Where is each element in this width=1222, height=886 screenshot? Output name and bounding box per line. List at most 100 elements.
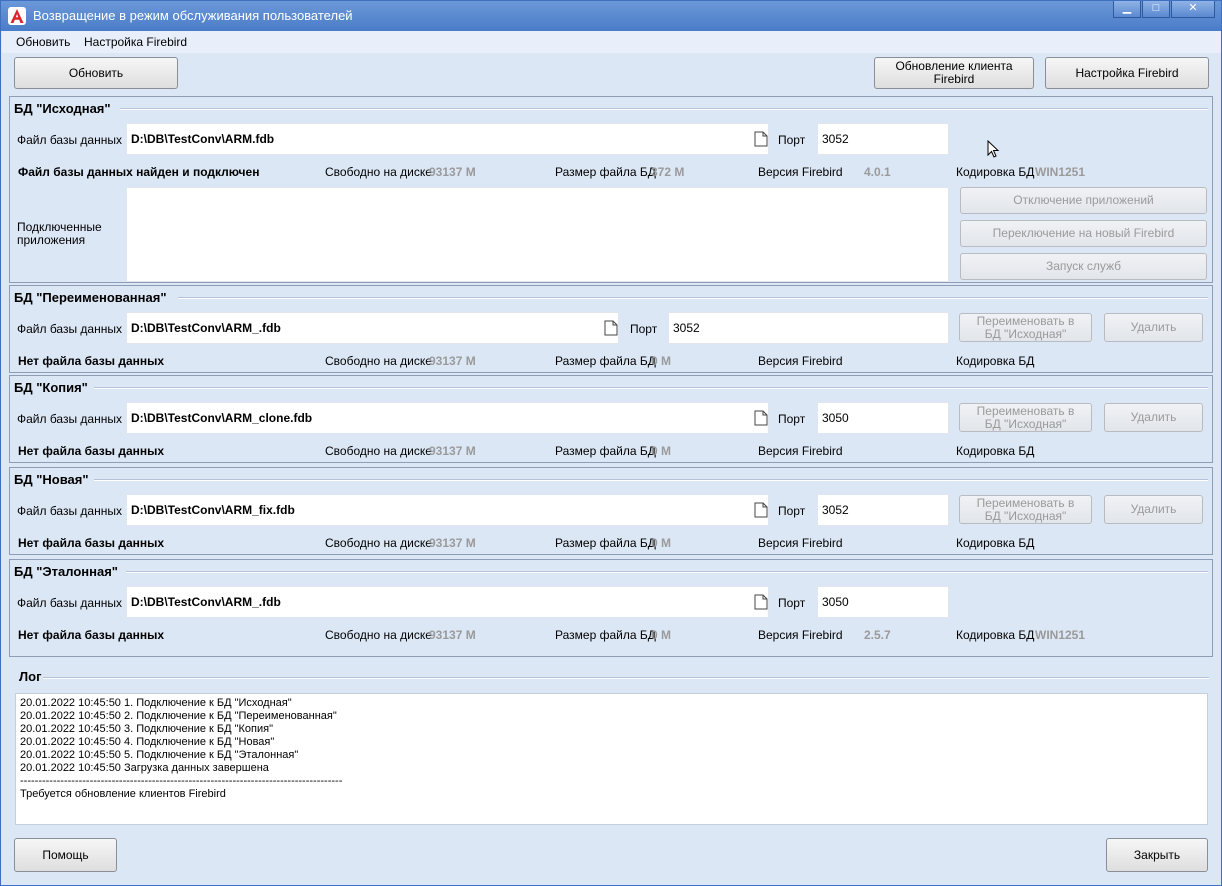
encoding-value: WIN1251 [1035, 628, 1086, 642]
version-label: Версия Firebird [758, 444, 843, 458]
group-source-db: БД "Исходная" Файл базы данных D:\DB\Tes… [9, 96, 1213, 283]
close-window-button[interactable]: ✕ [1171, 1, 1215, 18]
file-browse-icon[interactable] [754, 131, 768, 147]
port-label: Порт [778, 596, 806, 610]
group-title: БД "Копия" [14, 380, 88, 395]
encoding-label: Кодировка БД [956, 628, 1035, 642]
free-disk-label: Свободно на диске [325, 444, 432, 458]
free-disk-value: 93137 М [429, 444, 476, 458]
group-renamed-db: БД "Переименованная" Файл базы данных D:… [9, 285, 1213, 373]
window-title: Возвращение в режим обслуживания пользов… [33, 8, 353, 23]
maximize-button[interactable]: □ [1142, 1, 1170, 18]
port-input[interactable]: 3050 [817, 586, 949, 618]
refresh-button[interactable]: Обновить [14, 57, 178, 89]
disconnect-apps-button[interactable]: Отключение приложений [960, 187, 1207, 214]
status-text: Файл базы данных найден и подключен [18, 165, 260, 179]
port-label: Порт [778, 412, 806, 426]
delete-button[interactable]: Удалить [1104, 495, 1203, 524]
free-disk-value: 93137 М [429, 536, 476, 550]
free-disk-value: 93137 М [429, 628, 476, 642]
group-title: БД "Эталонная" [14, 564, 118, 579]
file-browse-icon[interactable] [754, 594, 768, 610]
group-title: БД "Исходная" [14, 101, 111, 116]
file-size-value: 0 М [651, 628, 672, 642]
connected-apps-list[interactable] [126, 187, 949, 282]
title-bar: Возвращение в режим обслуживания пользов… [1, 1, 1221, 31]
status-text: Нет файла базы данных [18, 354, 165, 368]
group-copy-db: БД "Копия" Файл базы данных D:\DB\TestCo… [9, 375, 1213, 463]
encoding-label: Кодировка БД [956, 536, 1035, 550]
port-label: Порт [778, 133, 806, 147]
free-disk-label: Свободно на диске [325, 354, 432, 368]
minimize-button[interactable]: ▁ [1113, 1, 1141, 18]
version-label: Версия Firebird [758, 165, 843, 179]
file-browse-icon[interactable] [604, 320, 618, 336]
file-size-value: 372 М [651, 165, 685, 179]
app-logo-icon [8, 7, 26, 25]
db-file-input[interactable]: D:\DB\TestConv\ARM_clone.fdb [126, 402, 769, 434]
log-title: Лог [19, 669, 42, 684]
file-label: Файл базы данных [17, 596, 122, 610]
log-textarea[interactable]: 20.01.2022 10:45:50 1. Подключение к БД … [15, 693, 1208, 825]
file-size-label: Размер файла БД [555, 536, 656, 550]
file-browse-icon[interactable] [754, 502, 768, 518]
encoding-label: Кодировка БД [956, 165, 1035, 179]
encoding-label: Кодировка БД [956, 354, 1035, 368]
delete-button[interactable]: Удалить [1104, 313, 1203, 342]
free-disk-value: 93137 М [429, 354, 476, 368]
status-text: Нет файла базы данных [18, 444, 165, 458]
menu-refresh[interactable]: Обновить [16, 35, 70, 49]
port-label: Порт [630, 322, 658, 336]
port-input[interactable]: 3052 [817, 494, 949, 526]
free-disk-label: Свободно на диске [325, 165, 432, 179]
update-client-button[interactable]: Обновление клиента Firebird [874, 57, 1034, 89]
connected-apps-label: Подключенные приложения [17, 220, 102, 247]
free-disk-value: 93137 М [429, 165, 476, 179]
file-size-label: Размер файла БД [555, 354, 656, 368]
encoding-label: Кодировка БД [956, 444, 1035, 458]
db-file-input[interactable]: D:\DB\TestConv\ARM_.fdb [126, 586, 769, 618]
log-title-divider [43, 677, 1209, 679]
version-label: Версия Firebird [758, 354, 843, 368]
free-disk-label: Свободно на диске [325, 628, 432, 642]
version-label: Версия Firebird [758, 628, 843, 642]
version-value: 2.5.7 [864, 628, 891, 642]
file-size-value: 0 М [651, 354, 672, 368]
menu-firebird-settings[interactable]: Настройка Firebird [84, 35, 187, 49]
group-title: БД "Переименованная" [14, 290, 167, 305]
status-text: Нет файла базы данных [18, 628, 165, 642]
status-text: Нет файла базы данных [18, 536, 165, 550]
version-value: 4.0.1 [864, 165, 891, 179]
port-input[interactable]: 3052 [817, 123, 949, 155]
close-button[interactable]: Закрыть [1106, 838, 1208, 872]
encoding-value: WIN1251 [1035, 165, 1086, 179]
menu-bar: Обновить Настройка Firebird [2, 31, 1221, 53]
firebird-settings-button[interactable]: Настройка Firebird [1045, 57, 1209, 89]
file-size-value: 0 М [651, 536, 672, 550]
group-title: БД "Новая" [14, 472, 89, 487]
mouse-cursor-icon [987, 140, 1000, 158]
port-input[interactable]: 3052 [668, 312, 949, 344]
main-window: Возвращение в режим обслуживания пользов… [0, 0, 1222, 886]
free-disk-label: Свободно на диске [325, 536, 432, 550]
file-label: Файл базы данных [17, 504, 122, 518]
group-reference-db: БД "Эталонная" Файл базы данных D:\DB\Te… [9, 559, 1213, 657]
db-file-input[interactable]: D:\DB\TestConv\ARM_fix.fdb [126, 494, 769, 526]
db-file-input[interactable]: D:\DB\TestConv\ARM_.fdb [126, 312, 619, 344]
rename-to-source-button[interactable]: Переименовать в БД "Исходная" [959, 313, 1092, 342]
version-label: Версия Firebird [758, 536, 843, 550]
switch-firebird-button[interactable]: Переключение на новый Firebird [960, 220, 1207, 247]
rename-to-source-button[interactable]: Переименовать в БД "Исходная" [959, 403, 1092, 432]
group-new-db: БД "Новая" Файл базы данных D:\DB\TestCo… [9, 467, 1213, 555]
file-label: Файл базы данных [17, 133, 122, 147]
delete-button[interactable]: Удалить [1104, 403, 1203, 432]
start-services-button[interactable]: Запуск служб [960, 253, 1207, 280]
file-size-label: Размер файла БД [555, 165, 656, 179]
db-file-input[interactable]: D:\DB\TestConv\ARM.fdb [126, 123, 769, 155]
help-button[interactable]: Помощь [14, 838, 117, 872]
rename-to-source-button[interactable]: Переименовать в БД "Исходная" [959, 495, 1092, 524]
file-browse-icon[interactable] [754, 410, 768, 426]
file-label: Файл базы данных [17, 322, 122, 336]
port-input[interactable]: 3050 [817, 402, 949, 434]
file-size-label: Размер файла БД [555, 628, 656, 642]
